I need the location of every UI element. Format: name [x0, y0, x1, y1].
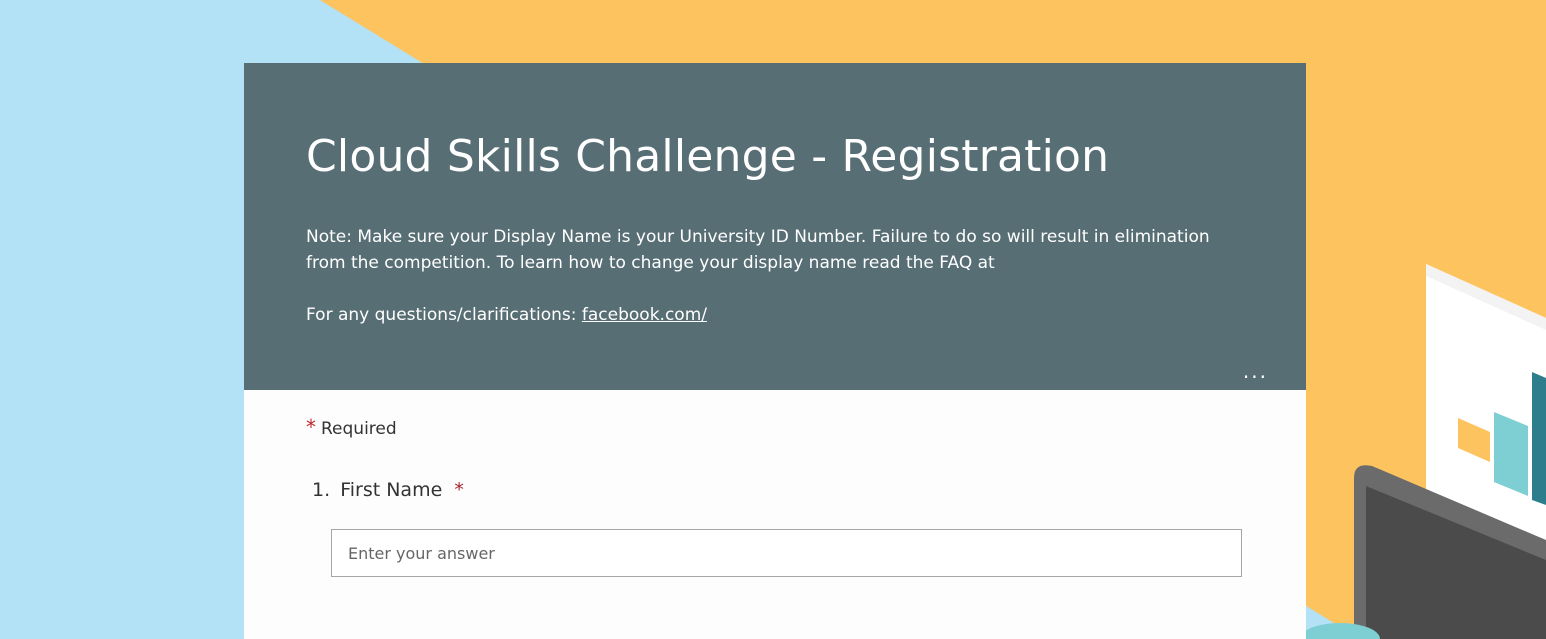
form-description: Note: Make sure your Display Name is you… [306, 227, 1210, 273]
form-body: * Required 1. First Name * [244, 390, 1306, 639]
required-label: Required [321, 419, 397, 439]
illustration-bar-2 [1494, 412, 1528, 496]
required-star-icon: * [306, 415, 316, 439]
question-first-name: 1. First Name * [312, 479, 464, 501]
required-legend: * Required [306, 415, 397, 439]
contact-line: For any questions/clarifications: facebo… [306, 302, 707, 328]
form-header: Cloud Skills Challenge - Registration No… [244, 63, 1306, 390]
first-name-input[interactable] [331, 529, 1242, 577]
more-options-icon[interactable]: ... [1243, 361, 1268, 381]
form-title: Cloud Skills Challenge - Registration [306, 131, 1110, 182]
contact-label: For any questions/clarifications: [306, 305, 577, 325]
question-number: 1. [312, 479, 331, 501]
illustration-bar-3 [1532, 372, 1546, 505]
question-label: First Name [340, 479, 443, 501]
form-card: Cloud Skills Challenge - Registration No… [244, 63, 1306, 639]
question-required-star-icon: * [454, 479, 464, 501]
facebook-link[interactable]: facebook.com/ [582, 305, 707, 325]
